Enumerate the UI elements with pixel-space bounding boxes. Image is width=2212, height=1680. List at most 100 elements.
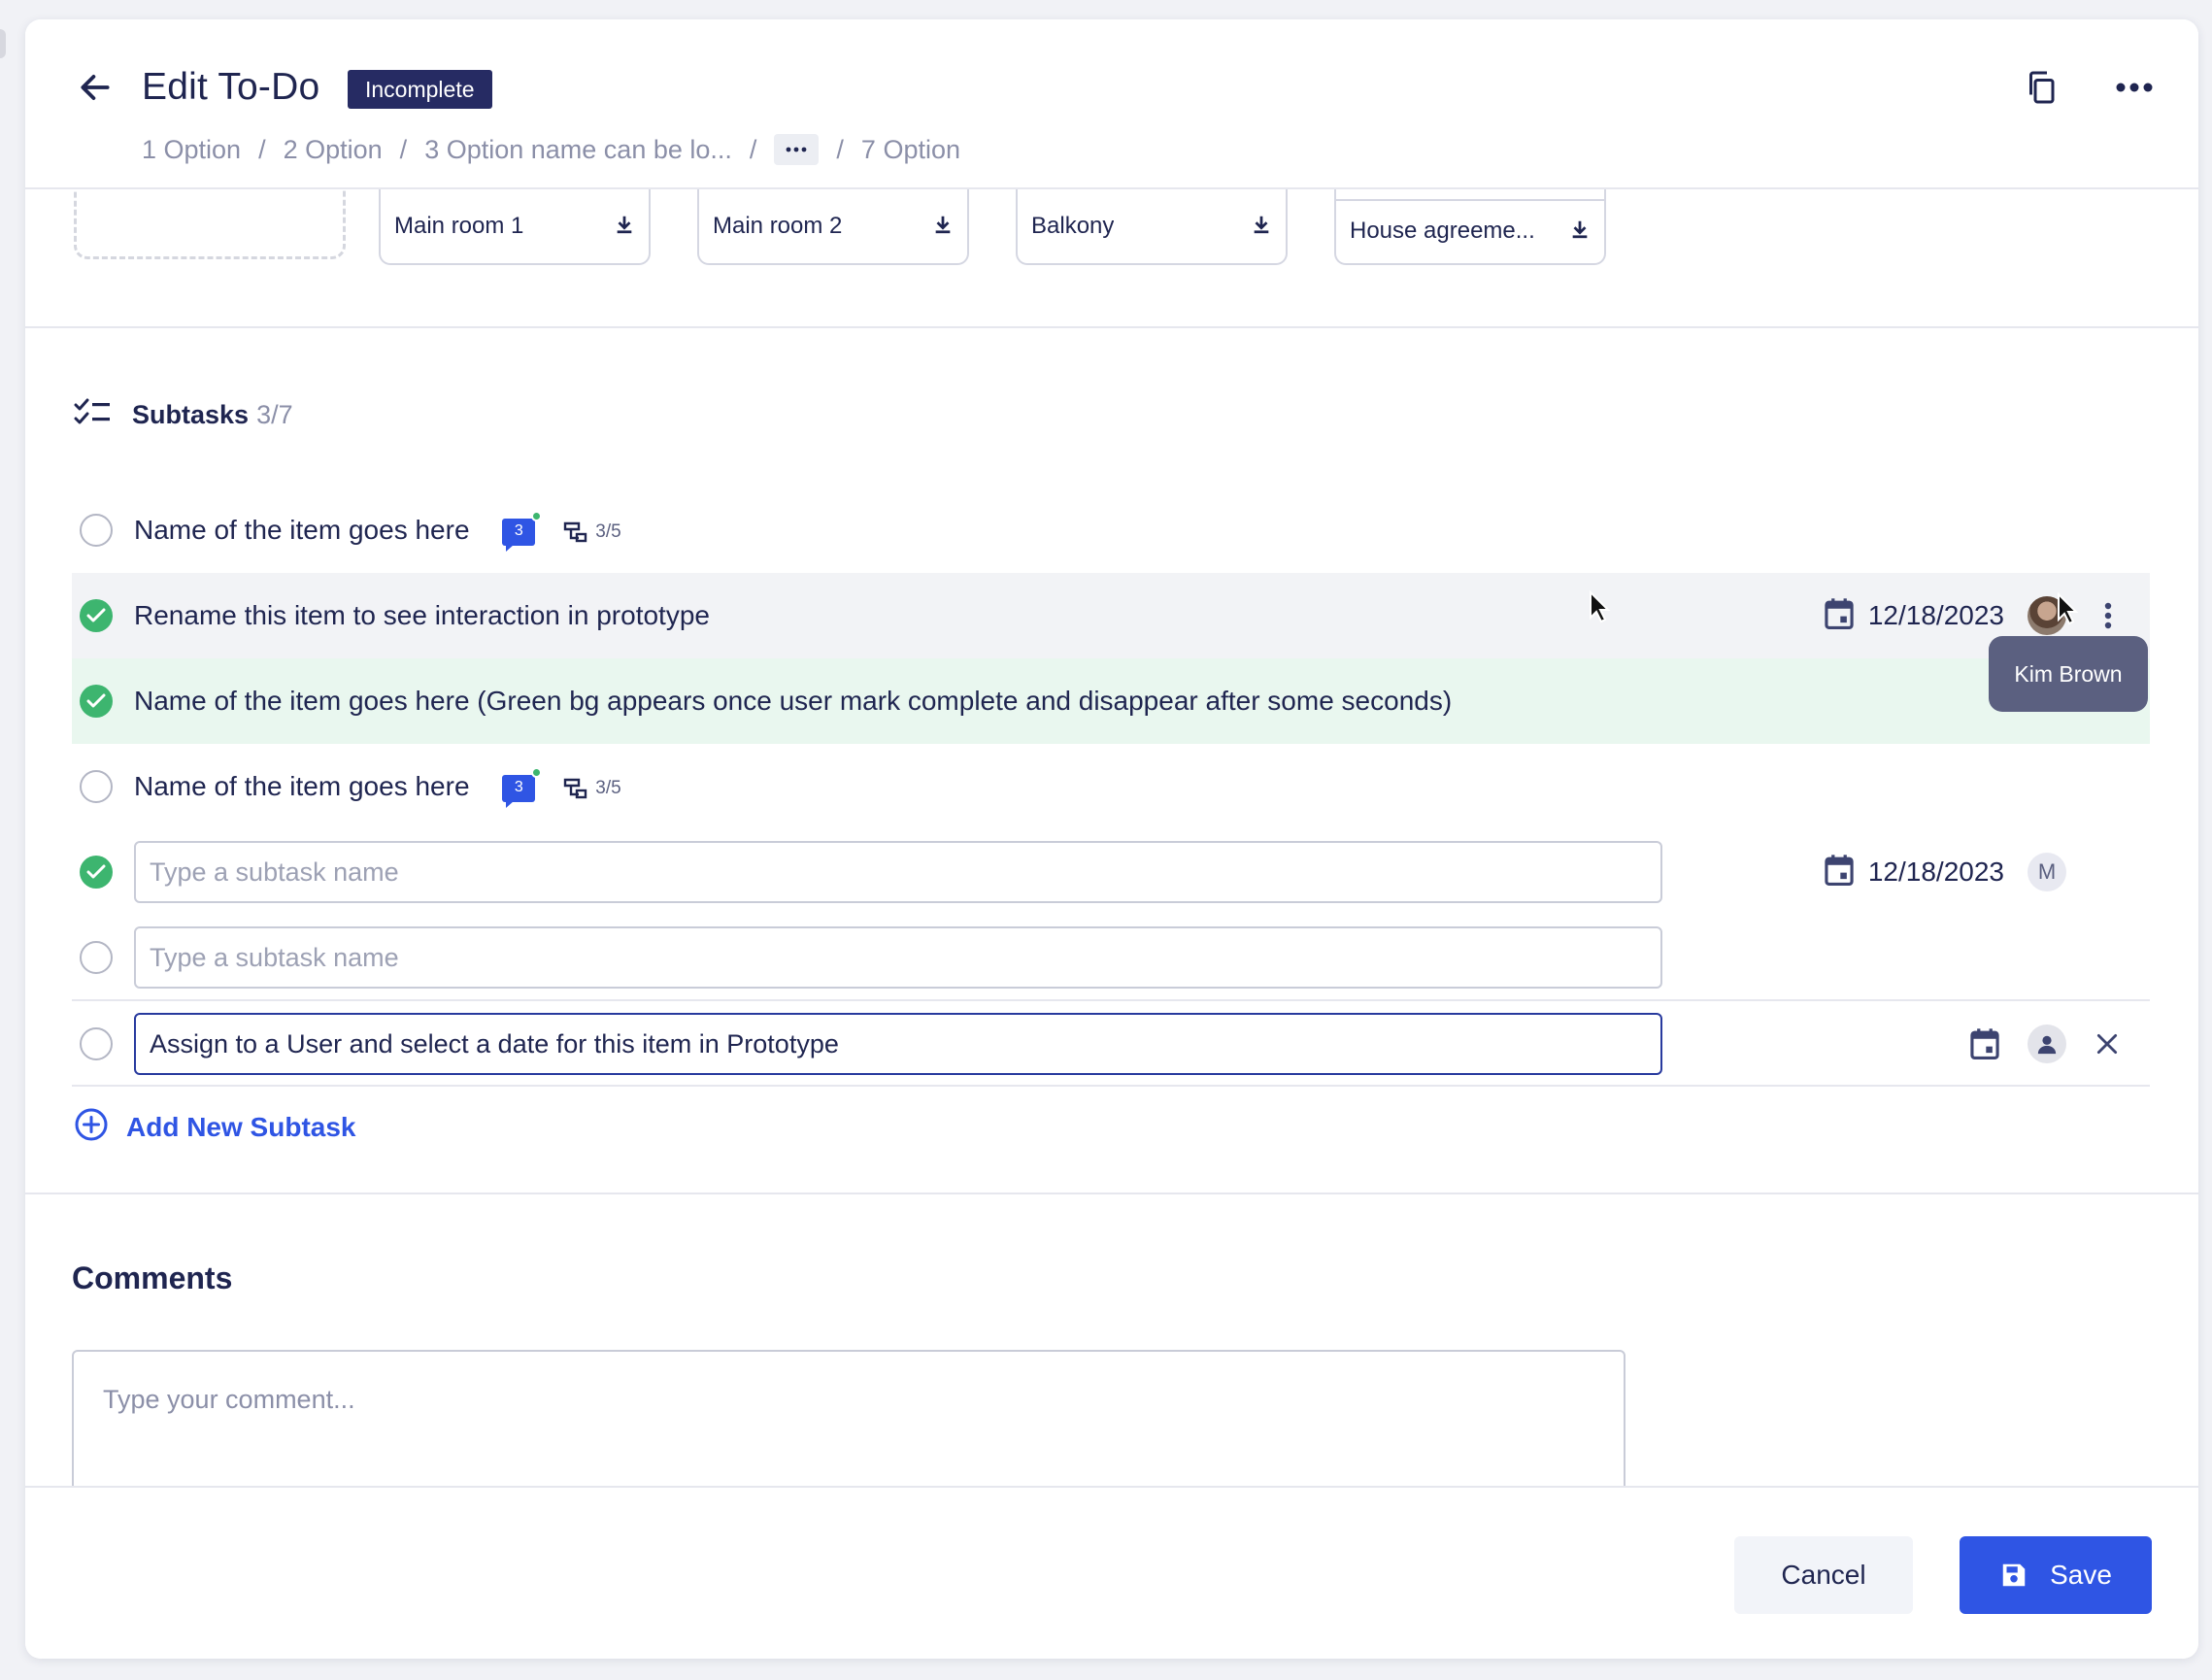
subtask-input-row (72, 915, 2150, 1000)
subtasks-title: Subtasks (132, 400, 250, 429)
attachment-label: Main room 2 (713, 213, 843, 239)
breadcrumb-item[interactable]: 7 Option (861, 135, 960, 165)
subtask-content: Name of the item goes here 3 3/5 (134, 510, 621, 552)
subtask-checkbox[interactable] (80, 685, 113, 718)
download-icon[interactable] (614, 214, 635, 240)
subtask-content: Name of the item goes here 3 3/5 (134, 766, 621, 808)
subtask-name-input[interactable] (134, 926, 1662, 989)
check-icon (86, 693, 106, 708)
save-icon (2002, 1563, 2026, 1587)
attachment-main-room-2[interactable]: Main room 2 (697, 189, 969, 265)
download-icon[interactable] (1251, 214, 1272, 240)
unread-dot (531, 510, 543, 521)
subtask-meta: 3 3/5 (492, 510, 621, 552)
add-circle-icon (74, 1107, 109, 1147)
breadcrumb-separator: / (836, 134, 844, 164)
subtask-checkbox[interactable] (80, 1027, 113, 1060)
comments-title: Comments (72, 1260, 233, 1295)
save-button[interactable]: Save (1960, 1536, 2152, 1614)
subtask-name[interactable]: Rename this item to see interaction in p… (134, 600, 710, 631)
breadcrumb-separator: / (749, 134, 757, 164)
assignee-tooltip: Kim Brown (1989, 636, 2148, 712)
comment-count: 3 (514, 778, 523, 795)
duplicate-button[interactable] (2018, 66, 2064, 113)
section-divider (25, 326, 2198, 328)
subtask-input-row (72, 1001, 2150, 1087)
download-icon[interactable] (932, 214, 954, 240)
subtask-row[interactable]: Name of the item goes here 3 3/5 (72, 487, 2150, 573)
attachment-label: House agreeme... (1350, 218, 1535, 244)
subtask-checkbox[interactable] (80, 514, 113, 547)
due-date[interactable]: 12/18/2023 (1824, 597, 2004, 635)
user-icon (2037, 1035, 2057, 1055)
subtask-name-input[interactable] (134, 1013, 1662, 1075)
check-icon (86, 864, 106, 879)
section-divider (25, 1193, 2198, 1194)
calendar-icon (1824, 854, 1855, 891)
upload-dropzone[interactable] (74, 180, 346, 259)
attachment-thumbnail (1334, 189, 1606, 201)
cursor-icon (2057, 591, 2080, 630)
subtasks-count: 3/7 (256, 400, 293, 429)
edit-todo-modal: Main room 1 Main room 2 Balkony House ag… (25, 19, 2198, 1659)
kebab-icon (2104, 602, 2112, 629)
subtask-icon (562, 777, 587, 800)
modal-header: Edit To-Do Incomplete 1 Option / 2 Optio… (25, 19, 2198, 189)
attachment-label: Main room 1 (394, 213, 524, 239)
subtask-icon (562, 521, 587, 544)
comment-icon[interactable]: 3 (502, 510, 543, 552)
assign-user-button[interactable] (2028, 1025, 2066, 1063)
check-icon (86, 608, 106, 622)
attachment-main-room-1[interactable]: Main room 1 (379, 189, 651, 265)
status-badge: Incomplete (348, 70, 492, 109)
calendar-icon (1824, 597, 1855, 635)
close-icon (2096, 1033, 2118, 1055)
calendar-icon (1970, 1028, 1999, 1059)
breadcrumb-more-button[interactable] (774, 134, 820, 165)
subtask-name[interactable]: Name of the item goes here (Green bg app… (134, 686, 1452, 717)
background-edge (0, 29, 6, 58)
subtask-checkbox[interactable] (80, 770, 113, 803)
subtask-input-row: 12/18/2023 M (72, 829, 2150, 915)
more-options-button[interactable] (2111, 66, 2158, 113)
download-icon[interactable] (1569, 218, 1591, 245)
comment-count: 3 (514, 521, 523, 539)
subtasks-header: Subtasks 3/7 (74, 398, 293, 432)
subtask-checkbox[interactable] (80, 941, 113, 974)
due-date[interactable]: 12/18/2023 (1824, 854, 2004, 891)
subtask-row[interactable]: Rename this item to see interaction in p… (72, 573, 2150, 658)
save-button-label: Save (2050, 1560, 2112, 1590)
attachment-house-agreement[interactable]: House agreeme... (1334, 199, 1606, 265)
add-subtask-button[interactable]: Add New Subtask (74, 1107, 355, 1147)
subtask-row[interactable]: Name of the item goes here 3 3/5 (72, 744, 2150, 829)
modal-footer: Cancel Save (25, 1486, 2198, 1659)
subtask-more-button[interactable] (2094, 596, 2123, 635)
subtask-meta: 3 3/5 (492, 766, 621, 808)
subtask-checkbox[interactable] (80, 856, 113, 889)
breadcrumb-separator: / (258, 134, 266, 164)
breadcrumb-item[interactable]: 3 Option name can be lo... (424, 135, 732, 165)
subtask-name[interactable]: Name of the item goes here (134, 771, 470, 801)
checklist-icon (74, 398, 111, 432)
unread-dot (531, 766, 543, 778)
date-picker-button[interactable] (1965, 1025, 2004, 1063)
subtask-checkbox[interactable] (80, 599, 113, 632)
back-arrow-icon (77, 69, 114, 111)
attachment-balkony[interactable]: Balkony (1016, 189, 1288, 265)
cancel-button[interactable]: Cancel (1734, 1536, 1913, 1614)
breadcrumb-item[interactable]: 2 Option (284, 135, 383, 165)
back-button[interactable] (74, 68, 117, 111)
cursor-icon (1589, 589, 1612, 628)
assignee-avatar[interactable]: M (2028, 853, 2066, 891)
cancel-subtask-button[interactable] (2090, 1026, 2125, 1061)
subtask-name[interactable]: Name of the item goes here (134, 515, 470, 545)
subtask-name-input[interactable] (134, 841, 1662, 903)
subtask-child-count: 3/5 (595, 777, 621, 798)
row-divider (72, 1085, 2150, 1087)
subtask-row[interactable]: Name of the item goes here (Green bg app… (72, 658, 2150, 744)
breadcrumb-item[interactable]: 1 Option (142, 135, 241, 165)
page-title: Edit To-Do (142, 66, 320, 108)
more-horizontal-icon (2115, 81, 2154, 98)
due-date-text: 12/18/2023 (1867, 857, 2004, 887)
comment-icon[interactable]: 3 (502, 766, 543, 808)
